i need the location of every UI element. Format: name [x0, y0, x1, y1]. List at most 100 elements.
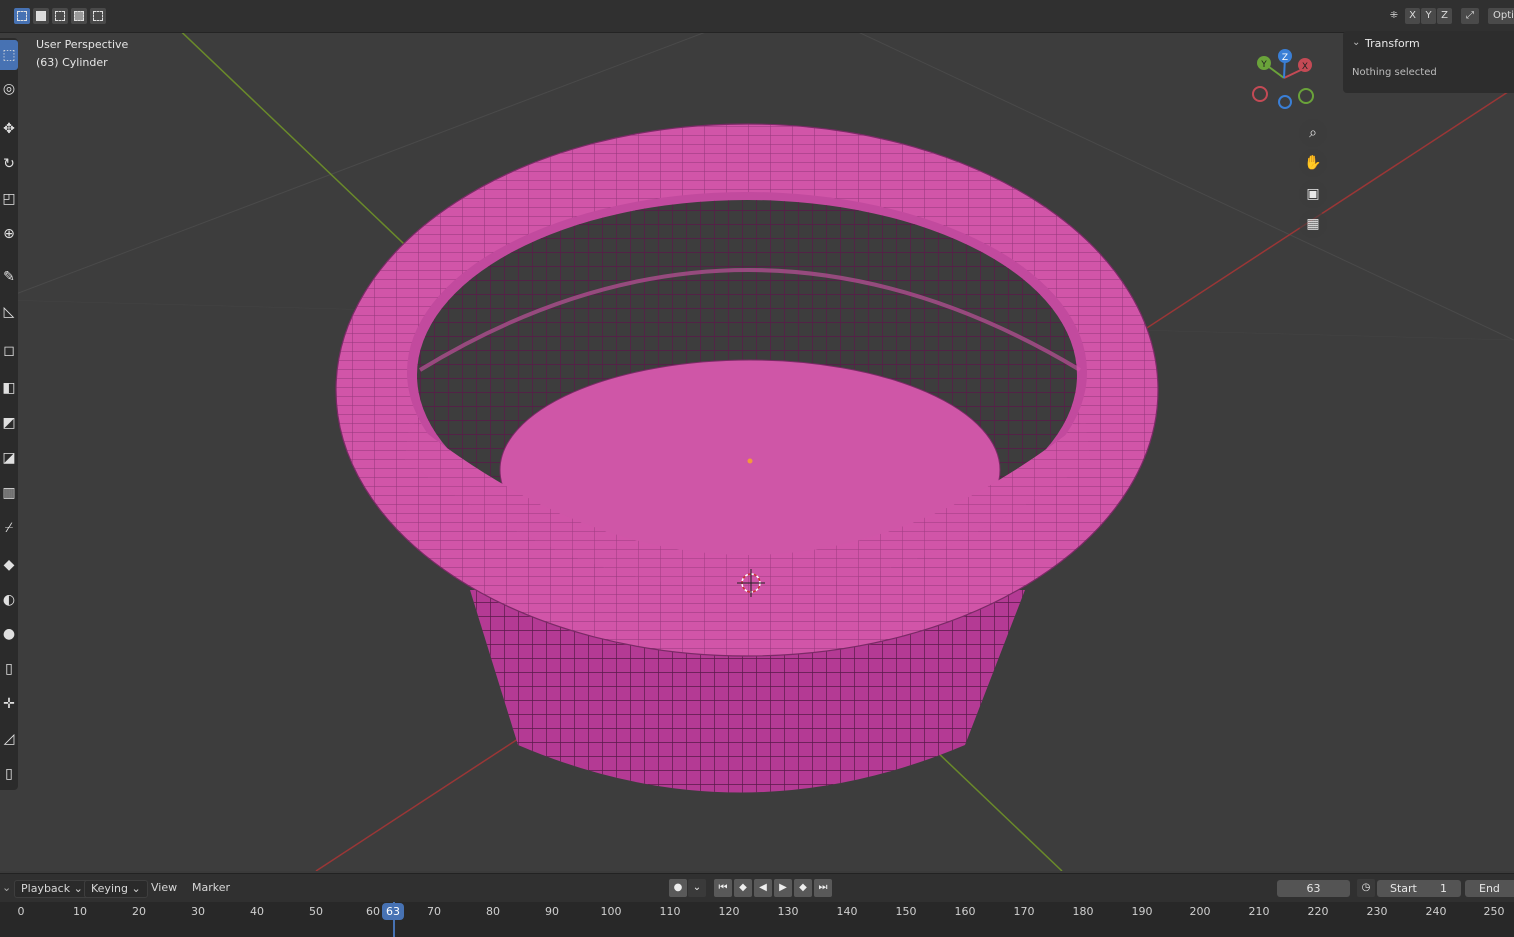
object-info-label: (63) Cylinder	[36, 56, 108, 69]
ruler-tick: 210	[1248, 905, 1270, 918]
jump-end-icon[interactable]: ⏭	[814, 879, 832, 897]
cursor-icon[interactable]: ◎	[0, 74, 18, 104]
3d-viewport[interactable]: User Perspective (63) Cylinder X Y Z ⌕ ✋…	[0, 33, 1514, 871]
ruler-tick: 50	[309, 905, 323, 918]
shear-icon[interactable]: ◿	[0, 724, 18, 754]
sidebar-transform-panel: ⌄ Transform Nothing selected	[1343, 31, 1514, 93]
current-frame-field[interactable]: 63	[1277, 880, 1350, 897]
play-reverse-icon[interactable]: ◀	[754, 879, 772, 897]
mirror-icon[interactable]: ⁜	[1386, 8, 1402, 24]
options-menu[interactable]: Opti	[1488, 8, 1514, 24]
perspective-grid-icon[interactable]: ▦	[1299, 210, 1327, 238]
start-frame-field[interactable]: Start 1	[1377, 880, 1461, 897]
move-icon[interactable]: ✥	[0, 114, 18, 144]
loop-cut-icon[interactable]: ▥	[0, 478, 18, 508]
ruler-tick: 240	[1425, 905, 1447, 918]
ruler-tick: 100	[600, 905, 622, 918]
knife-icon[interactable]: ⌿	[0, 513, 18, 543]
ruler-tick: 20	[132, 905, 146, 918]
ruler-tick: 180	[1072, 905, 1094, 918]
add-cube-icon[interactable]: ◻	[0, 336, 18, 366]
svg-text:Y: Y	[1260, 60, 1267, 70]
ruler-tick: 40	[250, 905, 264, 918]
select-box-invert-icon[interactable]	[71, 8, 87, 24]
tool-shelf: ⬚ ◎ ✥ ↻ ◰ ⊕ ✎ ◺ ◻ ◧ ◩ ◪ ▥ ⌿ ◆ ◐ ● ▯ ✛ ◿ …	[0, 38, 18, 790]
transform-icon[interactable]: ⊕	[0, 219, 18, 249]
ruler-tick: 220	[1307, 905, 1329, 918]
svg-text:X: X	[1302, 62, 1308, 72]
ruler-tick: 130	[777, 905, 799, 918]
ruler-tick: 60	[366, 905, 380, 918]
view-name-label: User Perspective	[36, 38, 129, 51]
scene-canvas	[0, 33, 1514, 871]
annotate-icon[interactable]: ✎	[0, 262, 18, 292]
smooth-icon[interactable]: ●	[0, 619, 18, 649]
rip-icon[interactable]: ▯	[0, 759, 18, 789]
navigation-gizmo[interactable]: X Y Z	[1245, 45, 1325, 120]
mirror-z-toggle[interactable]: Z	[1437, 8, 1452, 24]
start-label: Start	[1390, 882, 1417, 895]
select-box-icon[interactable]: ⬚	[0, 40, 18, 70]
poly-build-icon[interactable]: ◆	[0, 550, 18, 580]
ruler-tick: 110	[659, 905, 681, 918]
camera-view-icon[interactable]: ▣	[1299, 180, 1327, 208]
end-label: End	[1479, 882, 1500, 895]
pan-hand-icon[interactable]: ✋	[1299, 149, 1327, 177]
ruler-tick: 250	[1483, 905, 1505, 918]
playhead-frame-badge[interactable]: 63	[382, 903, 404, 920]
select-box-extend-icon[interactable]	[33, 8, 49, 24]
view-menu[interactable]: View	[151, 880, 177, 896]
rotate-icon[interactable]: ↻	[0, 149, 18, 179]
ruler-tick: 200	[1189, 905, 1211, 918]
record-icon[interactable]: ●	[669, 879, 687, 897]
timeline-header: ⌄ Playback ⌄ Keying ⌄ View Marker ● ⌄ ⏮ …	[0, 873, 1514, 902]
spin-icon[interactable]: ◐	[0, 585, 18, 615]
ruler-tick: 70	[427, 905, 441, 918]
edge-slide-icon[interactable]: ▯	[0, 654, 18, 684]
mirror-y-toggle[interactable]: Y	[1421, 8, 1436, 24]
ruler-tick: 30	[191, 905, 205, 918]
ruler-tick: 140	[836, 905, 858, 918]
ruler-tick: 0	[17, 905, 25, 918]
play-icon[interactable]: ▶	[774, 879, 792, 897]
editor-type-chevron-icon[interactable]: ⌄	[2, 880, 11, 896]
ruler-tick: 160	[954, 905, 976, 918]
mirror-x-toggle[interactable]: X	[1405, 8, 1420, 24]
ruler-tick: 150	[895, 905, 917, 918]
ruler-tick: 90	[545, 905, 559, 918]
bevel-icon[interactable]: ◪	[0, 443, 18, 473]
keying-menu[interactable]: Keying ⌄	[84, 880, 148, 898]
ruler-tick: 190	[1131, 905, 1153, 918]
transform-panel-title[interactable]: Transform	[1365, 37, 1420, 50]
nothing-selected-text: Nothing selected	[1352, 67, 1437, 78]
prev-keyframe-icon[interactable]: ◆	[734, 879, 752, 897]
zoom-icon[interactable]: ⌕	[1299, 119, 1327, 147]
inset-icon[interactable]: ◩	[0, 408, 18, 438]
playback-menu[interactable]: Playback ⌄	[14, 880, 90, 898]
select-box-new-icon[interactable]	[14, 8, 30, 24]
clock-icon[interactable]: ◷	[1357, 879, 1375, 897]
ruler-tick: 170	[1013, 905, 1035, 918]
select-box-intersect-icon[interactable]	[90, 8, 106, 24]
ruler-tick: 10	[73, 905, 87, 918]
ruler-tick: 230	[1366, 905, 1388, 918]
keying-set-chevron-icon[interactable]: ⌄	[688, 879, 706, 897]
select-box-subtract-icon[interactable]	[52, 8, 68, 24]
collapse-chevron-icon[interactable]: ⌄	[1352, 37, 1360, 48]
next-keyframe-icon[interactable]: ◆	[794, 879, 812, 897]
svg-text:Z: Z	[1282, 53, 1288, 63]
jump-start-icon[interactable]: ⏮	[714, 879, 732, 897]
timeline-ruler[interactable]: 0 10 20 30 40 50 60 70 80 90 100 110 120…	[0, 902, 1514, 937]
measure-icon[interactable]: ◺	[0, 297, 18, 327]
auto-merge-icon[interactable]: ⤢	[1461, 8, 1479, 24]
object-origin	[747, 458, 753, 464]
extrude-icon[interactable]: ◧	[0, 373, 18, 403]
marker-menu[interactable]: Marker	[192, 880, 230, 896]
viewport-header: ⁜ X Y Z ⤢ Opti	[0, 0, 1514, 33]
end-frame-field[interactable]: End	[1465, 880, 1514, 897]
ruler-tick: 80	[486, 905, 500, 918]
start-value: 1	[1440, 882, 1447, 895]
shrink-fatten-icon[interactable]: ✛	[0, 689, 18, 719]
ruler-tick: 120	[718, 905, 740, 918]
scale-icon[interactable]: ◰	[0, 184, 18, 214]
